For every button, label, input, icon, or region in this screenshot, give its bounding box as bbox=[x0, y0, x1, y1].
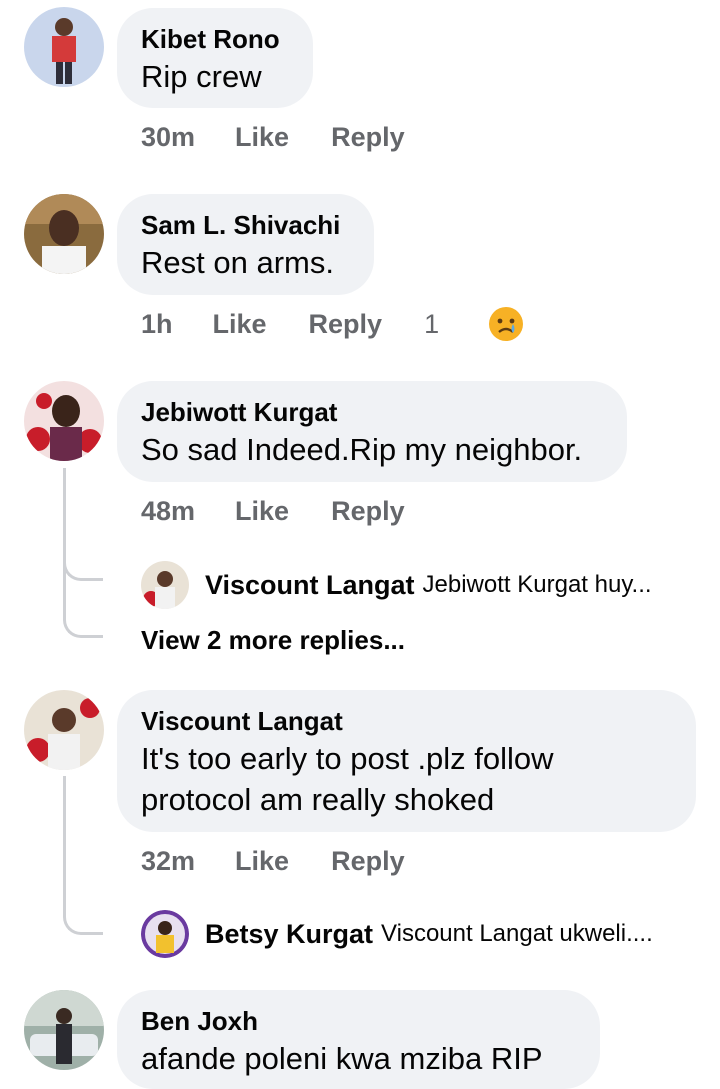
comment-text: afande poleni kwa mziba RIP bbox=[141, 1041, 543, 1076]
like-button[interactable]: Like bbox=[235, 120, 289, 154]
reply-button[interactable]: Reply bbox=[331, 120, 405, 154]
avatar-image bbox=[24, 194, 104, 274]
comment-author[interactable]: Viscount Langat bbox=[141, 704, 672, 738]
reaction-summary[interactable]: 1 bbox=[424, 307, 565, 341]
comment-actions: 32m Like Reply bbox=[141, 844, 447, 878]
view-more-replies-link[interactable]: View 2 more replies... bbox=[141, 625, 405, 656]
like-button[interactable]: Like bbox=[213, 307, 267, 341]
reply-preview-row[interactable]: Betsy Kurgat Viscount Langat ukweli.... bbox=[141, 910, 653, 958]
avatar-image bbox=[24, 690, 104, 770]
comment-author[interactable]: Jebiwott Kurgat bbox=[141, 395, 603, 429]
avatar-image bbox=[24, 7, 104, 87]
comment-bubble: Kibet Rono Rip crew bbox=[117, 8, 313, 108]
reply-preview-text: Jebiwott Kurgat huy... bbox=[422, 571, 652, 598]
comment-bubble: Jebiwott Kurgat So sad Indeed.Rip my nei… bbox=[117, 381, 627, 482]
reply-author[interactable]: Betsy Kurgat bbox=[205, 919, 373, 950]
comment-author[interactable]: Ben Joxh bbox=[141, 1004, 576, 1038]
avatar-viscount-langat[interactable] bbox=[24, 690, 104, 770]
comment-bubble: Viscount Langat It's too early to post .… bbox=[117, 690, 696, 832]
comment-bubble: Ben Joxh afande poleni kwa mziba RIP bbox=[117, 990, 600, 1089]
comment-actions: 48m Like Reply bbox=[141, 494, 447, 528]
avatar-image bbox=[24, 381, 104, 461]
comment-time[interactable]: 32m bbox=[141, 844, 195, 878]
reply-author[interactable]: Viscount Langat bbox=[205, 570, 415, 601]
like-button[interactable]: Like bbox=[235, 844, 289, 878]
comment-time[interactable]: 30m bbox=[141, 120, 195, 154]
avatar-viscount-langat[interactable] bbox=[141, 561, 189, 609]
sad-face-emoji-icon bbox=[489, 307, 524, 341]
comment-actions: 30m Like Reply bbox=[141, 120, 447, 154]
avatar-ben-joxh[interactable] bbox=[24, 990, 104, 1070]
avatar-sam-shivachi[interactable] bbox=[24, 194, 104, 274]
avatar-kibet-rono[interactable] bbox=[24, 7, 104, 87]
reply-button[interactable]: Reply bbox=[331, 844, 405, 878]
comment-author[interactable]: Sam L. Shivachi bbox=[141, 208, 350, 242]
comment-text: So sad Indeed.Rip my neighbor. bbox=[141, 432, 583, 467]
reply-preview-row[interactable]: Viscount Langat Jebiwott Kurgat huy... bbox=[141, 561, 652, 609]
reply-button[interactable]: Reply bbox=[331, 494, 405, 528]
thread-connector bbox=[63, 468, 103, 638]
comment-time[interactable]: 1h bbox=[141, 307, 173, 341]
reaction-count: 1 bbox=[424, 309, 440, 339]
avatar-image bbox=[24, 990, 104, 1070]
comment-author[interactable]: Kibet Rono bbox=[141, 22, 289, 56]
comment-bubble: Sam L. Shivachi Rest on arms. bbox=[117, 194, 374, 295]
comment-text: Rip crew bbox=[141, 59, 262, 94]
reply-button[interactable]: Reply bbox=[309, 307, 383, 341]
comment-time[interactable]: 48m bbox=[141, 494, 195, 528]
thread-connector bbox=[63, 776, 103, 935]
like-button[interactable]: Like bbox=[235, 494, 289, 528]
comment-text-line-2: protocol am really shoked bbox=[141, 782, 495, 817]
comment-text-line-1: It's too early to post .plz follow bbox=[141, 741, 554, 776]
comment-actions: 1h Like Reply 1 bbox=[141, 307, 565, 341]
reply-preview-text: Viscount Langat ukweli.... bbox=[381, 920, 653, 947]
comment-text: Rest on arms. bbox=[141, 245, 334, 280]
avatar-betsy-kurgat[interactable] bbox=[141, 910, 189, 958]
avatar-jebiwott-kurgat[interactable] bbox=[24, 381, 104, 461]
